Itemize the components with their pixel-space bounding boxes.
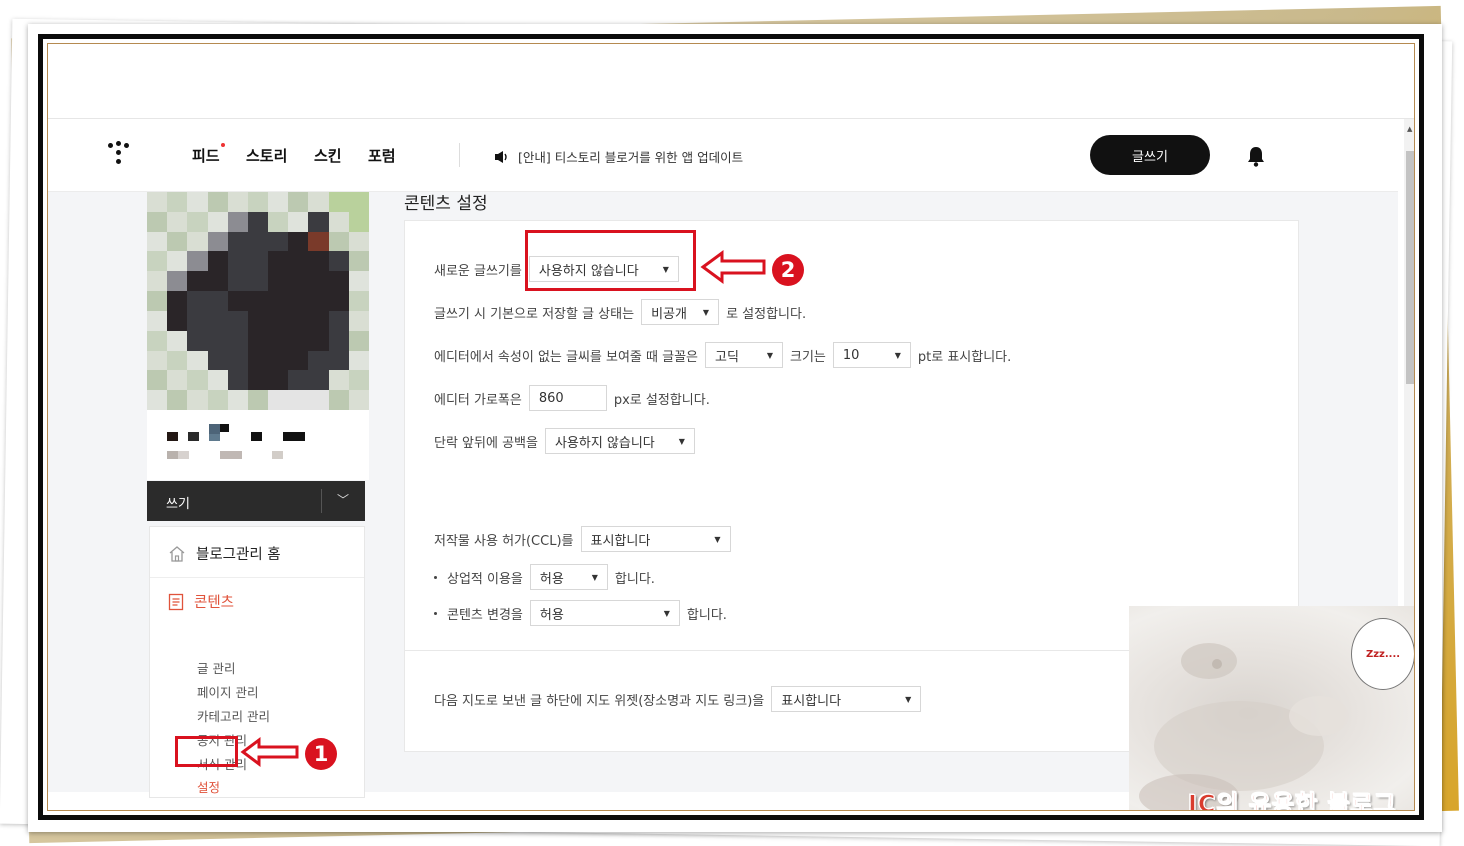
- sleeping-cat-sticker: Zzz....: [1129, 606, 1414, 810]
- sleep-speech-bubble: Zzz....: [1351, 618, 1414, 690]
- ccl-label: 저작물 사용 허가(CCL)를: [434, 533, 574, 549]
- caret-down-icon: ▼: [702, 307, 710, 317]
- bell-icon[interactable]: [1246, 145, 1266, 167]
- nav-story[interactable]: 스토리: [246, 145, 287, 166]
- caret-down-icon: ▼: [894, 350, 901, 360]
- font-size-value: 10: [842, 347, 860, 363]
- spacing-select[interactable]: 사용하지 않습니다 ▼: [544, 428, 695, 454]
- bullet: [434, 611, 437, 615]
- caret-down-icon: ▼: [591, 572, 598, 582]
- modify-suffix: 합니다.: [686, 607, 727, 623]
- default-state-select[interactable]: 비공개 ▼: [641, 299, 720, 325]
- new-dot-icon: [221, 143, 225, 147]
- write-bar-divider: [321, 489, 322, 513]
- sidebar-write-label: 쓰기: [166, 497, 190, 512]
- arrow-left-icon: [240, 737, 299, 767]
- commercial-label: 상업적 이용을: [447, 571, 523, 587]
- map-label: 다음 지도로 보낸 글 하단에 지도 위젯(장소명과 지도 링크)을: [434, 693, 765, 709]
- commercial-select[interactable]: 허용 ▼: [529, 564, 608, 590]
- modify-label: 콘텐츠 변경을: [447, 607, 523, 623]
- ccl-value: 표시합니다: [590, 533, 651, 549]
- sidebar-item-home[interactable]: 블로그관리 홈: [168, 543, 281, 564]
- blog-watermark: JC의 유용한 블로그: [1188, 790, 1397, 811]
- nav-forum[interactable]: 포럼: [368, 145, 396, 166]
- row-map-widget: 다음 지도로 보낸 글 하단에 지도 위젯(장소명과 지도 링크)을 표시합니다…: [434, 686, 928, 712]
- default-state-label: 글쓰기 시 기본으로 저장할 글 상태는: [434, 306, 635, 322]
- sidebar-write-bar[interactable]: 쓰기 ﹀: [147, 481, 365, 521]
- spacing-value: 사용하지 않습니다: [554, 435, 655, 451]
- document-icon: [168, 593, 184, 610]
- font-size-select[interactable]: 10 ▼: [832, 342, 911, 368]
- home-icon: [169, 546, 185, 562]
- chevron-down-icon[interactable]: ﹀: [337, 491, 349, 508]
- nav-feed[interactable]: 피드: [192, 145, 220, 166]
- caret-down-icon: ▼: [766, 350, 773, 360]
- screenshot-frame: 피드 스토리 스킨 포럼 [안내] 티스토리 블로거를 위한 앱 업데이트 글쓰…: [38, 34, 1424, 820]
- blog-name-censored: [147, 410, 369, 480]
- sidebar-divider: [150, 577, 364, 578]
- width-label: 에디터 가로폭은: [434, 392, 522, 408]
- blog-profile-image: [147, 192, 369, 410]
- sidebar-home-label: 블로그관리 홈: [196, 547, 281, 563]
- sidebar-item-category-manage[interactable]: 카테고리 관리: [197, 706, 270, 725]
- sidebar-item-settings[interactable]: 설정: [197, 777, 220, 796]
- sidebar-item-page-manage[interactable]: 페이지 관리: [197, 682, 258, 701]
- new-editor-label: 새로운 글쓰기를: [434, 263, 522, 279]
- row-editor-width: 에디터 가로폭은 860 px로 설정합니다.: [434, 385, 710, 411]
- notice-link[interactable]: [안내] 티스토리 블로거를 위한 앱 업데이트: [494, 147, 743, 166]
- size-label: 크기는: [790, 349, 826, 365]
- commercial-value: 허용: [539, 571, 564, 587]
- bullet: [434, 575, 437, 579]
- scroll-up-icon[interactable]: ▲: [1407, 125, 1412, 133]
- default-state-value: 비공개: [651, 306, 687, 322]
- spacing-label: 단락 앞뒤에 공백을: [434, 435, 538, 451]
- highlight-box-new-editor: [525, 230, 696, 291]
- modify-select[interactable]: 허용 ▼: [529, 600, 680, 626]
- header-divider: [459, 143, 460, 167]
- nav-skin[interactable]: 스킨: [314, 145, 342, 166]
- row-ccl: 저작물 사용 허가(CCL)를 표시합니다 ▼: [434, 526, 738, 552]
- editor-width-input[interactable]: 860: [528, 385, 607, 411]
- browser-viewport: 피드 스토리 스킨 포럼 [안내] 티스토리 블로거를 위한 앱 업데이트 글쓰…: [47, 43, 1415, 811]
- default-state-suffix: 로 설정합니다.: [726, 306, 807, 322]
- notice-text: [안내] 티스토리 블로거를 위한 앱 업데이트: [518, 150, 744, 165]
- caret-down-icon: ▼: [714, 534, 721, 544]
- sidebar-item-post-manage[interactable]: 글 관리: [197, 658, 235, 677]
- tistory-header: 피드 스토리 스킨 포럼 [안내] 티스토리 블로거를 위한 앱 업데이트 글쓰…: [48, 119, 1398, 192]
- font-label: 에디터에서 속성이 없는 글씨를 보여줄 때 글꼴은: [434, 349, 698, 365]
- caret-down-icon: ▼: [905, 694, 912, 704]
- map-value: 표시합니다: [781, 693, 842, 709]
- size-suffix: pt로 표시합니다.: [917, 349, 1012, 365]
- top-blank-area: [48, 44, 1414, 119]
- font-select[interactable]: 고딕 ▼: [705, 342, 783, 368]
- ccl-select[interactable]: 표시합니다 ▼: [580, 526, 731, 552]
- step-1-badge: 1: [305, 738, 337, 770]
- step-2-badge: 2: [772, 254, 804, 286]
- width-suffix: px로 설정합니다.: [613, 392, 710, 408]
- page-title: 콘텐츠 설정: [404, 194, 488, 214]
- caret-down-icon: ▼: [678, 436, 685, 446]
- sidebar-section-label: 콘텐츠: [194, 595, 235, 611]
- row-font: 에디터에서 속성이 없는 글씨를 보여줄 때 글꼴은 고딕 ▼ 크기는 10 ▼…: [434, 342, 1011, 368]
- write-button[interactable]: 글쓰기: [1090, 135, 1210, 175]
- commercial-suffix: 합니다.: [614, 571, 655, 587]
- arrow-left-icon: [700, 250, 766, 284]
- row-commercial-use: 상업적 이용을 허용 ▼ 합니다.: [434, 564, 655, 590]
- font-value: 고딕: [715, 349, 739, 365]
- map-select[interactable]: 표시합니다 ▼: [771, 686, 922, 712]
- speaker-icon: [495, 150, 507, 163]
- row-paragraph-spacing: 단락 앞뒤에 공백을 사용하지 않습니다 ▼: [434, 428, 702, 454]
- sidebar-section-content[interactable]: 콘텐츠: [168, 591, 234, 612]
- modify-value: 허용: [539, 607, 564, 623]
- highlight-box-settings: [175, 736, 238, 767]
- scrollbar-thumb[interactable]: [1406, 151, 1414, 384]
- tistory-logo-icon[interactable]: [108, 141, 134, 167]
- row-content-modify: 콘텐츠 변경을 허용 ▼ 합니다.: [434, 600, 727, 626]
- row-default-state: 글쓰기 시 기본으로 저장할 글 상태는 비공개 ▼ 로 설정합니다.: [434, 299, 806, 325]
- caret-down-icon: ▼: [663, 608, 670, 618]
